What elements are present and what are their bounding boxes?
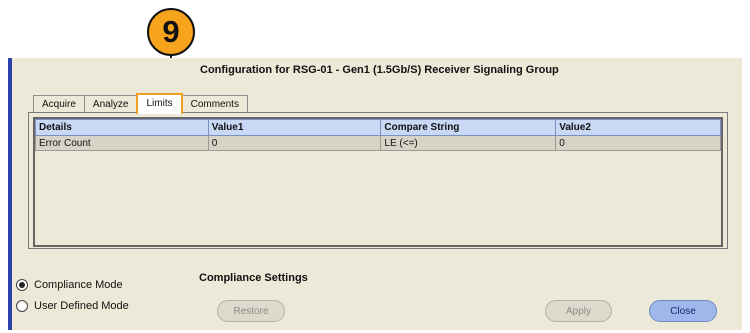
user-defined-mode-option[interactable]: User Defined Mode	[16, 300, 129, 312]
tab-bar: Acquire Analyze Limits Comments	[33, 93, 248, 114]
user-defined-mode-label: User Defined Mode	[34, 300, 129, 312]
table-header-row: Details Value1 Compare String Value2	[35, 119, 721, 136]
step-callout-badge: 9	[147, 8, 195, 56]
cell-value1[interactable]: 0	[207, 135, 382, 151]
column-header-details[interactable]: Details	[35, 119, 209, 136]
cell-compare-string[interactable]: LE (<=)	[380, 135, 557, 151]
restore-button[interactable]: Restore	[217, 300, 285, 322]
column-header-value1[interactable]: Value1	[207, 119, 382, 136]
compliance-settings-heading: Compliance Settings	[199, 272, 308, 284]
cell-value2[interactable]: 0	[555, 135, 721, 151]
cell-details[interactable]: Error Count	[35, 135, 209, 151]
window-title: Configuration for RSG-01 - Gen1 (1.5Gb/S…	[200, 64, 559, 76]
limits-grid[interactable]: Details Value1 Compare String Value2 Err…	[33, 117, 723, 247]
compliance-mode-label: Compliance Mode	[34, 279, 123, 291]
table-row[interactable]: Error Count 0 LE (<=) 0	[35, 135, 721, 151]
apply-button[interactable]: Apply	[545, 300, 612, 322]
compliance-mode-radio[interactable]	[16, 279, 28, 291]
column-header-value2[interactable]: Value2	[555, 119, 721, 136]
limits-table: Details Value1 Compare String Value2 Err…	[35, 119, 721, 151]
step-callout-number: 9	[162, 14, 180, 49]
user-defined-mode-radio[interactable]	[16, 300, 28, 312]
column-header-compare-string[interactable]: Compare String	[380, 119, 557, 136]
compliance-mode-option[interactable]: Compliance Mode	[16, 279, 123, 291]
tab-limits[interactable]: Limits	[136, 93, 183, 114]
close-button[interactable]: Close	[649, 300, 717, 322]
